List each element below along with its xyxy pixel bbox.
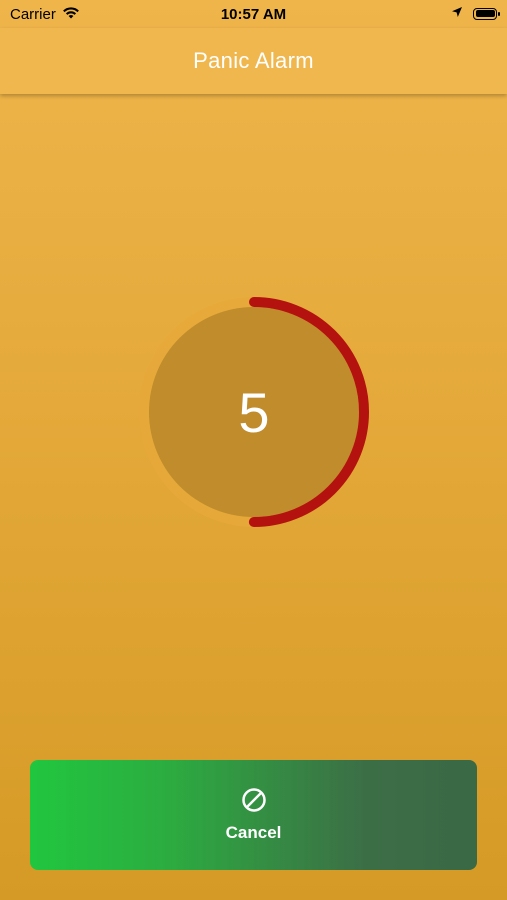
- navigation-bar: Panic Alarm: [0, 28, 507, 94]
- prohibited-icon: [241, 788, 266, 812]
- status-time: 10:57 AM: [220, 6, 287, 23]
- location-arrow-icon: [451, 5, 463, 22]
- page-title: Panic Alarm: [193, 48, 314, 73]
- cancel-button[interactable]: Cancel: [30, 760, 477, 870]
- cancel-label: Cancel: [225, 823, 282, 842]
- countdown-timer: 5: [137, 295, 371, 529]
- status-right: [451, 5, 500, 22]
- status-bar: Carrier 10:57 AM: [0, 0, 507, 28]
- battery-icon: [473, 7, 500, 20]
- countdown-value: 5: [238, 380, 270, 444]
